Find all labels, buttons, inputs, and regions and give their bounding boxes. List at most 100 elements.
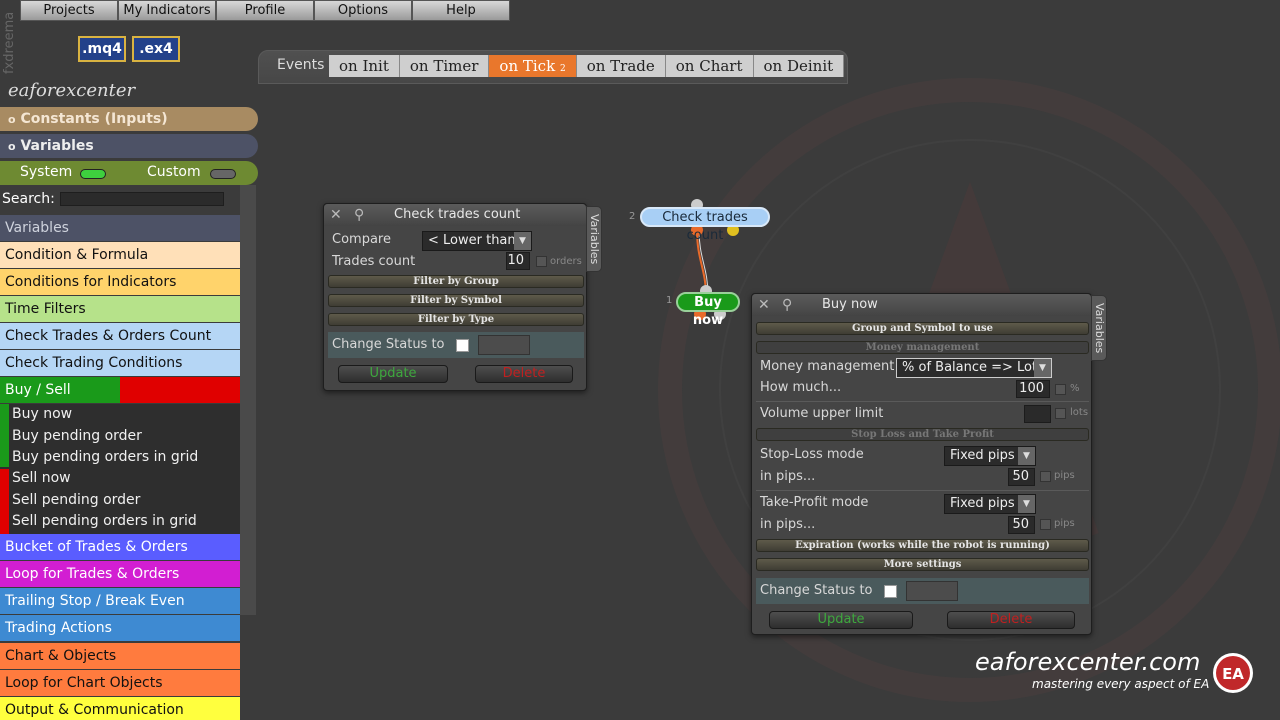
chevron-down-icon: ▼ — [514, 232, 531, 250]
close-icon[interactable]: ✕ — [330, 207, 342, 223]
tab-on-deinit[interactable]: on Deinit — [753, 55, 845, 77]
money-management-label: Money management — [760, 359, 895, 374]
node-title: Check trades count — [394, 207, 521, 222]
sidebar-constants-section[interactable]: o Constants (Inputs) — [0, 107, 258, 131]
category-chart-objects[interactable]: Chart & Objects — [0, 643, 240, 669]
block-buy-pending-order[interactable]: Buy pending order — [12, 428, 142, 444]
block-buy-pending-grid[interactable]: Buy pending orders in grid — [12, 449, 198, 465]
compare-select[interactable]: < Lower than ▼ — [422, 231, 532, 251]
status-value-field[interactable] — [478, 335, 530, 355]
block-sell-pending-grid[interactable]: Sell pending orders in grid — [12, 513, 197, 529]
menu-options[interactable]: Options — [314, 0, 412, 21]
toggle-system-label: System — [20, 164, 73, 180]
category-condition-formula[interactable]: Condition & Formula — [0, 242, 240, 268]
money-management-header: Money management — [756, 341, 1089, 354]
category-time-filters[interactable]: Time Filters — [0, 296, 240, 322]
ea-logo-text: EA — [1222, 665, 1244, 683]
tab-on-trade[interactable]: on Trade — [576, 55, 666, 77]
category-loop-trades[interactable]: Loop for Trades & Orders — [0, 561, 240, 587]
change-status-row: Change Status to — [328, 332, 584, 358]
sl-mode-value: Fixed pips — [950, 448, 1015, 463]
sl-pips-variable-toggle[interactable] — [1040, 471, 1051, 482]
node-header[interactable]: ✕ ⚲ Check trades count — [324, 204, 586, 226]
filter-by-symbol-bar[interactable]: Filter by Symbol — [328, 294, 584, 307]
filter-by-group-bar[interactable]: Filter by Group — [328, 275, 584, 288]
block-buy-now[interactable]: Buy now — [12, 406, 72, 422]
category-check-trading-conditions[interactable]: Check Trading Conditions — [0, 350, 240, 376]
change-status-checkbox[interactable] — [884, 585, 897, 598]
filter-by-type-bar[interactable]: Filter by Type — [328, 313, 584, 326]
tp-pips-variable-toggle[interactable] — [1040, 519, 1051, 530]
tab-on-init[interactable]: on Init — [329, 55, 400, 77]
update-button[interactable]: Update — [769, 611, 913, 629]
tp-pips-input[interactable]: 50 — [1008, 516, 1035, 534]
category-trailing-stop[interactable]: Trailing Stop / Break Even — [0, 588, 240, 614]
volume-limit-variable-toggle[interactable] — [1055, 408, 1066, 419]
sl-pips-input[interactable]: 50 — [1008, 468, 1035, 486]
menu-my-indicators[interactable]: My Indicators — [118, 0, 216, 21]
expiration-bar[interactable]: Expiration (works while the robot is run… — [756, 539, 1089, 552]
close-icon[interactable]: ✕ — [758, 297, 770, 313]
category-buy-sell[interactable]: Buy / Sell — [0, 377, 240, 403]
events-tabs: on Init on Timer on Tick 2 on Trade on C… — [329, 55, 845, 77]
sl-mode-select[interactable]: Fixed pips ▼ — [944, 446, 1036, 466]
events-panel: Events on Init on Timer on Tick 2 on Tra… — [258, 50, 848, 84]
block-sell-now[interactable]: Sell now — [12, 470, 71, 486]
compare-value: < Lower than — [428, 233, 516, 248]
menu-projects[interactable]: Projects — [20, 0, 118, 21]
change-status-checkbox[interactable] — [456, 339, 469, 352]
sidebar-scrollbar[interactable] — [240, 185, 256, 615]
canvas-node-check-trades[interactable]: Check trades count — [640, 207, 770, 243]
trades-count-input[interactable]: 10 — [506, 252, 530, 270]
tab-on-chart[interactable]: on Chart — [665, 55, 754, 77]
change-status-row: Change Status to — [756, 578, 1089, 604]
pin-icon[interactable]: ⚲ — [782, 297, 792, 313]
export-ex4-button[interactable]: .ex4 — [132, 36, 180, 62]
variables-side-tab[interactable]: Variables — [1091, 295, 1107, 361]
category-conditions-indicators[interactable]: Conditions for Indicators — [0, 269, 240, 295]
toggle-custom-led[interactable] — [210, 169, 236, 179]
volume-limit-input[interactable] — [1024, 405, 1051, 423]
project-title: eaforexcenter — [8, 80, 136, 101]
category-trading-actions[interactable]: Trading Actions — [0, 615, 240, 641]
sl-tp-header: Stop Loss and Take Profit — [756, 428, 1089, 441]
sidebar-variables-section[interactable]: o Variables — [0, 134, 258, 158]
money-management-select[interactable]: % of Balance => Lots ▼ — [896, 358, 1052, 378]
tp-mode-label: Take-Profit mode — [760, 495, 869, 510]
divider — [756, 490, 1089, 491]
tab-badge-count: 2 — [559, 64, 566, 74]
menu-profile[interactable]: Profile — [216, 0, 314, 21]
trades-count-variable-toggle[interactable] — [536, 256, 547, 267]
block-sidebar: eaforexcenter o Constants (Inputs) o Var… — [0, 80, 258, 720]
variables-side-tab[interactable]: Variables — [586, 206, 602, 272]
status-value-field[interactable] — [906, 581, 958, 601]
delete-button[interactable]: Delete — [475, 365, 573, 383]
compare-label: Compare — [332, 232, 391, 247]
tp-unit: pips — [1054, 518, 1075, 529]
group-symbol-bar[interactable]: Group and Symbol to use — [756, 322, 1089, 335]
tp-mode-select[interactable]: Fixed pips ▼ — [944, 494, 1036, 514]
pin-icon[interactable]: ⚲ — [354, 207, 364, 223]
category-loop-chart-objects[interactable]: Loop for Chart Objects — [0, 670, 240, 696]
node-header[interactable]: ✕ ⚲ Buy now — [752, 294, 1091, 316]
menu-help[interactable]: Help — [412, 0, 510, 21]
export-mq4-button[interactable]: .mq4 — [78, 36, 126, 62]
search-label: Search: — [2, 191, 55, 207]
category-output-communication[interactable]: Output & Communication — [0, 697, 240, 720]
category-bucket-trades[interactable]: Bucket of Trades & Orders — [0, 534, 240, 560]
canvas-node-buy-now[interactable]: Buy now — [676, 292, 740, 328]
how-much-input[interactable]: 100 — [1016, 380, 1050, 398]
main-menu-bar: Projects My Indicators Profile Options H… — [20, 0, 510, 21]
how-much-variable-toggle[interactable] — [1055, 384, 1066, 395]
tab-on-tick[interactable]: on Tick 2 — [489, 55, 577, 77]
category-check-trades-count[interactable]: Check Trades & Orders Count — [0, 323, 240, 349]
block-sell-pending-order[interactable]: Sell pending order — [12, 492, 140, 508]
delete-button[interactable]: Delete — [947, 611, 1075, 629]
update-button[interactable]: Update — [338, 365, 448, 383]
search-input[interactable] — [60, 192, 224, 206]
toggle-system-led[interactable] — [80, 169, 106, 179]
more-settings-bar[interactable]: More settings — [756, 558, 1089, 571]
category-variables[interactable]: Variables — [0, 215, 240, 241]
tab-on-timer[interactable]: on Timer — [399, 55, 490, 77]
sell-color-bar — [0, 469, 9, 534]
